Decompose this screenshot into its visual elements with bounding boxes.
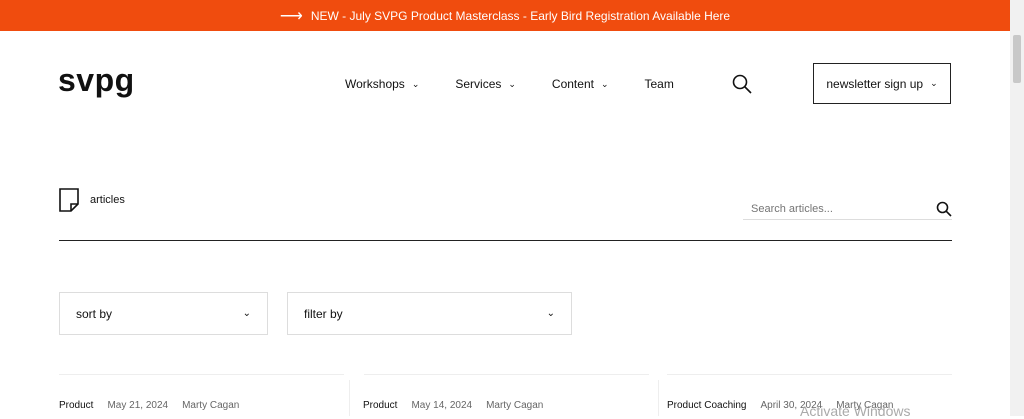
chevron-down-icon: ⌄ [242,308,251,319]
article-author[interactable]: Marty Cagan [182,400,239,411]
card-divider [364,374,649,375]
nav-label: Content [551,77,594,91]
nav-label: Services [455,77,502,91]
main-nav: Workshops ⌄ Services ⌄ Content ⌄ Team [345,77,710,91]
chevron-down-icon: ⌄ [930,78,938,88]
article-date: May 21, 2024 [107,400,169,411]
card-divider [667,374,952,375]
filter-dropdown[interactable]: filter by ⌄ [287,292,572,335]
article-author[interactable]: Marty Cagan [486,400,543,411]
nav-content[interactable]: Content ⌄ [552,77,609,91]
chevron-down-icon: ⌄ [600,78,609,89]
article-category[interactable]: Product [363,400,397,411]
chevron-down-icon: ⌄ [546,308,555,319]
divider [59,240,952,241]
nav-workshops[interactable]: Workshops ⌄ [345,77,419,91]
newsletter-signup-button[interactable]: newsletter sign up ⌄ [813,63,951,104]
announcement-banner[interactable]: ⟶ NEW - July SVPG Product Masterclass - … [0,0,1010,31]
search-icon[interactable] [936,201,952,217]
article-card-meta: Product May 21, 2024 Marty Cagan [59,400,239,411]
search-input[interactable] [743,201,933,216]
arrow-right-icon: ⟶ [279,7,303,25]
filter-label: filter by [304,306,343,321]
scrollbar-thumb[interactable] [1013,35,1021,83]
nav-team[interactable]: Team [645,77,674,91]
article-search [743,198,952,220]
article-category[interactable]: Product [59,400,93,411]
banner-text[interactable]: NEW - July SVPG Product Masterclass - Ea… [311,9,730,23]
activation-watermark: Activate Windows [800,403,911,419]
card-separator [658,380,659,416]
sort-dropdown[interactable]: sort by ⌄ [59,292,268,335]
nav-label: Workshops [345,77,405,91]
newsletter-label: newsletter sign up [826,76,924,91]
search-icon[interactable] [732,74,752,94]
sort-label: sort by [76,306,113,321]
article-date: May 14, 2024 [411,400,473,411]
chevron-down-icon: ⌄ [508,78,516,89]
section-title: articles [90,194,125,206]
article-category[interactable]: Product Coaching [667,400,747,411]
nav-label: Team [644,77,674,91]
logo[interactable]: svpg [58,62,135,99]
nav-services[interactable]: Services ⌄ [455,77,516,91]
scrollbar[interactable] [1010,0,1024,416]
card-separator [349,380,350,416]
document-icon [59,188,79,212]
card-divider [59,374,344,375]
article-card-meta: Product May 14, 2024 Marty Cagan [363,400,543,411]
chevron-down-icon: ⌄ [411,78,420,89]
